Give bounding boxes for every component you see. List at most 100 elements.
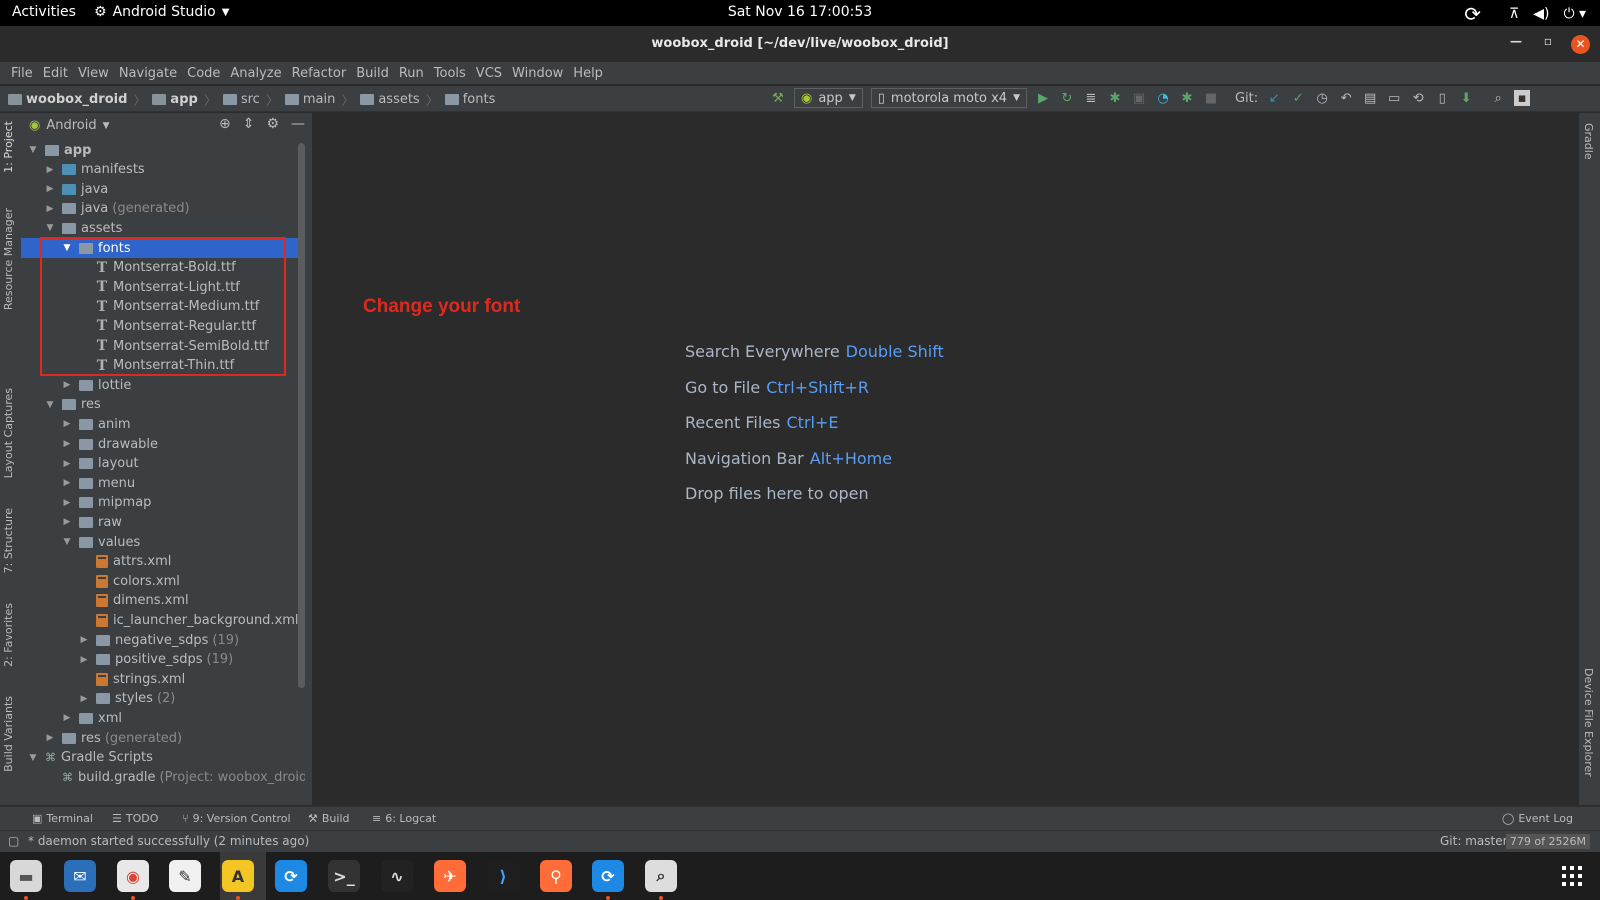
android-studio-icon[interactable]: A: [222, 860, 254, 892]
debug-icon[interactable]: ✱: [1107, 90, 1123, 106]
gear-icon[interactable]: ⚙: [266, 116, 279, 132]
clock[interactable]: Sat Nov 16 17:00:53: [0, 4, 1600, 20]
collapsed-arrow-icon[interactable]: ▶: [78, 635, 90, 645]
menu-refactor[interactable]: Refactor: [287, 66, 352, 81]
network-icon[interactable]: ⊼: [1509, 6, 1519, 22]
collapsed-arrow-icon[interactable]: ▶: [61, 380, 73, 390]
menu-analyze[interactable]: Analyze: [225, 66, 286, 81]
apply-changes-icon[interactable]: ↻: [1059, 90, 1075, 106]
menu-help[interactable]: Help: [568, 66, 608, 81]
tree-item[interactable]: ▶ manifests: [21, 160, 305, 180]
vscode-icon[interactable]: ⟩: [487, 860, 519, 892]
git-update-icon[interactable]: ↙: [1266, 90, 1282, 106]
menu-file[interactable]: File: [6, 66, 38, 81]
collapsed-arrow-icon[interactable]: ▶: [44, 204, 56, 214]
updater-icon[interactable]: ⟳: [592, 860, 624, 892]
maximize-icon[interactable]: ▫: [1544, 34, 1552, 48]
collapsed-arrow-icon[interactable]: ▶: [61, 517, 73, 527]
tab-logcat[interactable]: ≡ 6: Logcat: [372, 812, 436, 825]
tree-item[interactable]: ▼ assets: [21, 218, 305, 238]
terminal-icon[interactable]: >_: [328, 860, 360, 892]
collapsed-arrow-icon[interactable]: ▶: [61, 439, 73, 449]
sync-gradle-icon[interactable]: ⟲: [1410, 90, 1426, 106]
memory-indicator[interactable]: 779 of 2526M: [1505, 834, 1590, 849]
text-editor-icon[interactable]: ✎: [169, 860, 201, 892]
menu-code[interactable]: Code: [182, 66, 225, 81]
postman-icon[interactable]: ✈: [434, 860, 466, 892]
tree-item[interactable]: ▼ values: [21, 532, 305, 552]
minimize-icon[interactable]: —: [1510, 34, 1522, 48]
collapsed-arrow-icon[interactable]: ▶: [61, 713, 73, 723]
tab-structure[interactable]: 7: Structure: [2, 508, 15, 573]
collapsed-arrow-icon[interactable]: ▶: [61, 419, 73, 429]
menu-window[interactable]: Window: [507, 66, 568, 81]
breadcrumb-item[interactable]: assets: [360, 92, 420, 107]
device-select[interactable]: ▯ motorola moto x4 ▼: [870, 88, 1027, 108]
search-icon[interactable]: ⌕: [1490, 90, 1506, 106]
tree-item[interactable]: ▶ negative_sdps (19): [21, 630, 305, 650]
menu-view[interactable]: View: [73, 66, 114, 81]
run-icon[interactable]: ▶: [1035, 90, 1051, 106]
tree-scrollbar[interactable]: [298, 143, 305, 688]
tree-item[interactable]: ▼ app: [21, 140, 305, 160]
apply-code-changes-icon[interactable]: ≣: [1083, 90, 1099, 106]
tree-item[interactable]: ▼ ⌘ Gradle Scripts: [21, 748, 305, 768]
sdk-download-icon[interactable]: ⬇: [1458, 90, 1474, 106]
tree-item[interactable]: ▶ anim: [21, 414, 305, 434]
collapsed-arrow-icon[interactable]: ▶: [61, 459, 73, 469]
tree-item[interactable]: ▶ layout: [21, 454, 305, 474]
collapse-all-icon[interactable]: ⇕: [243, 116, 255, 132]
tab-resource-manager[interactable]: Resource Manager: [2, 208, 15, 310]
system-monitor-icon[interactable]: ∿: [381, 860, 413, 892]
tree-item[interactable]: ▶ java: [21, 179, 305, 199]
tab-terminal[interactable]: ▣ Terminal: [32, 812, 93, 825]
tree-item[interactable]: ▶ java (generated): [21, 199, 305, 219]
editor-area[interactable]: [314, 113, 1579, 805]
attach-debugger-icon[interactable]: ✱: [1179, 90, 1195, 106]
tab-todo[interactable]: ☰ TODO: [112, 812, 158, 825]
tree-item[interactable]: strings.xml: [21, 669, 305, 689]
expanded-arrow-icon[interactable]: ▼: [44, 400, 56, 410]
tab-device-file-explorer[interactable]: Device File Explorer: [1582, 668, 1595, 777]
expanded-arrow-icon[interactable]: ▼: [27, 145, 39, 155]
tree-item[interactable]: attrs.xml: [21, 552, 305, 572]
tree-item[interactable]: ▶ mipmap: [21, 493, 305, 513]
tree-item[interactable]: ▶ styles (2): [21, 689, 305, 709]
menu-build[interactable]: Build: [351, 66, 394, 81]
tab-project[interactable]: 1: Project: [2, 121, 15, 173]
tab-version-control[interactable]: ⑂ 9: Version Control: [182, 812, 291, 825]
stop-icon[interactable]: ■: [1203, 90, 1219, 106]
tree-item[interactable]: ▶ drawable: [21, 434, 305, 454]
clock-app-icon[interactable]: ⟳: [275, 860, 307, 892]
tree-item[interactable]: ⌘ build.gradle (Project: woobox_droid): [21, 767, 305, 787]
status-message[interactable]: * daemon started successfully (2 minutes…: [28, 834, 309, 848]
tree-item[interactable]: ▶ xml: [21, 708, 305, 728]
collapsed-arrow-icon[interactable]: ▶: [78, 655, 90, 665]
breadcrumb-item[interactable]: main: [284, 92, 335, 107]
files-icon[interactable]: ▬: [10, 860, 42, 892]
avd-manager-icon[interactable]: ▯: [1434, 90, 1450, 106]
menu-tools[interactable]: Tools: [429, 66, 471, 81]
collapsed-arrow-icon[interactable]: ▶: [78, 694, 90, 704]
tab-favorites[interactable]: 2: Favorites: [2, 603, 15, 667]
thunderbird-icon[interactable]: ✉: [64, 860, 96, 892]
menu-navigate[interactable]: Navigate: [114, 66, 182, 81]
expanded-arrow-icon[interactable]: ▼: [44, 223, 56, 233]
power-icon[interactable]: ⏻ ▾: [1563, 6, 1586, 22]
hide-icon[interactable]: —: [291, 116, 305, 132]
tree-item[interactable]: ▼ res: [21, 395, 305, 415]
profile-icon[interactable]: ◔: [1155, 90, 1171, 106]
tab-layout-captures[interactable]: Layout Captures: [2, 388, 15, 478]
breadcrumb-item[interactable]: fonts: [444, 92, 495, 107]
tree-item[interactable]: ▶ res (generated): [21, 728, 305, 748]
expanded-arrow-icon[interactable]: ▼: [61, 537, 73, 547]
volume-icon[interactable]: ◀): [1533, 6, 1549, 22]
menu-run[interactable]: Run: [394, 66, 429, 81]
tab-gradle[interactable]: Gradle: [1582, 123, 1595, 160]
collapsed-arrow-icon[interactable]: ▶: [44, 184, 56, 194]
close-icon[interactable]: ✕: [1571, 35, 1590, 54]
run-config-select[interactable]: ◉ app ▼: [794, 88, 863, 108]
menu-vcs[interactable]: VCS: [471, 66, 507, 81]
tree-item[interactable]: dimens.xml: [21, 591, 305, 611]
git-rollback-icon[interactable]: ↶: [1338, 90, 1354, 106]
